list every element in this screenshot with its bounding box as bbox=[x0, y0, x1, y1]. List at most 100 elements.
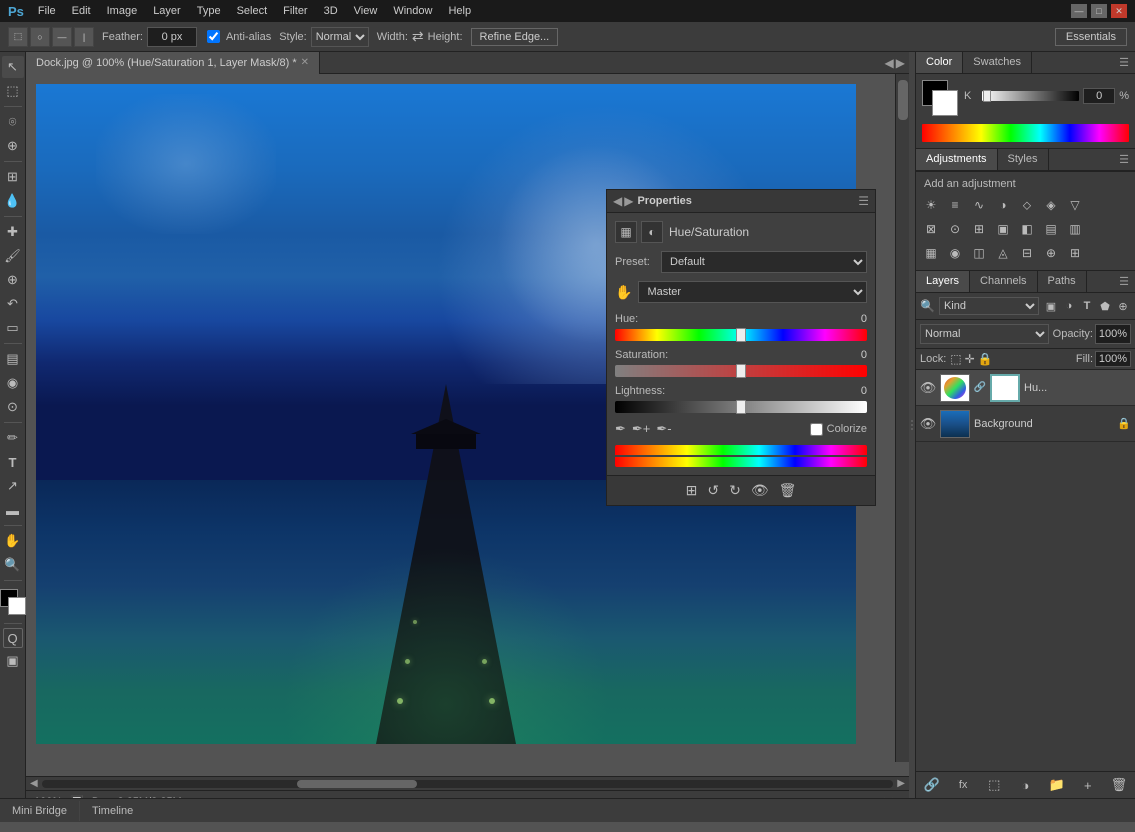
refine-edge-button[interactable]: Refine Edge... bbox=[471, 28, 559, 46]
menu-file[interactable]: File bbox=[32, 5, 62, 17]
zoom-icon[interactable]: 🔲 bbox=[70, 795, 84, 798]
zoom-tool[interactable]: 🔍 bbox=[2, 554, 24, 576]
timeline-prev[interactable]: ◀ bbox=[876, 795, 884, 798]
tab-close-button[interactable]: ✕ bbox=[301, 57, 309, 68]
adj-selective-color-icon[interactable]: ◉ bbox=[944, 242, 966, 264]
k-slider-track[interactable] bbox=[982, 91, 1079, 101]
menu-select[interactable]: Select bbox=[231, 5, 274, 17]
layer-link-icon[interactable]: 🔗 bbox=[974, 382, 986, 394]
adj-3[interactable]: ◫ bbox=[968, 242, 990, 264]
mask-icon-2[interactable]: ◐ bbox=[641, 221, 663, 243]
ellipse-marquee-btn[interactable]: ○ bbox=[30, 27, 50, 47]
filter-pixel-icon[interactable]: ▣ bbox=[1043, 298, 1059, 314]
gradient-tool[interactable]: ▤ bbox=[2, 348, 24, 370]
preset-select[interactable]: Default bbox=[661, 251, 867, 273]
hue-thumb[interactable] bbox=[736, 328, 746, 342]
clip-to-layer-btn[interactable]: ⊞ bbox=[686, 482, 698, 499]
close-button[interactable]: ✕ bbox=[1111, 4, 1127, 18]
brush-tool[interactable]: 🖌 bbox=[2, 245, 24, 267]
adj-color-lookup-icon[interactable]: ▣ bbox=[992, 218, 1014, 240]
fill-input[interactable] bbox=[1095, 351, 1131, 367]
layer-new-btn[interactable]: + bbox=[1078, 776, 1098, 794]
filter-type-icon[interactable]: T bbox=[1079, 298, 1095, 314]
dodge-tool[interactable]: ⊙ bbox=[2, 396, 24, 418]
screen-mode-tool[interactable]: ▣ bbox=[2, 650, 24, 672]
menu-window[interactable]: Window bbox=[387, 5, 438, 17]
adj-gradient-map-icon[interactable]: ▦ bbox=[920, 242, 942, 264]
prev-state-btn[interactable]: ↺ bbox=[707, 482, 719, 499]
blend-mode-select[interactable]: Normal bbox=[920, 324, 1049, 344]
background-color[interactable] bbox=[8, 597, 26, 615]
hscroll-track[interactable] bbox=[42, 780, 894, 788]
shape-tool[interactable]: ▬ bbox=[2, 499, 24, 521]
mask-icon-1[interactable]: ▦ bbox=[615, 221, 637, 243]
menu-filter[interactable]: Filter bbox=[277, 5, 313, 17]
marquee-tool[interactable]: ⬚ bbox=[2, 80, 24, 102]
mini-bridge-tab[interactable]: Mini Bridge bbox=[0, 801, 80, 821]
layer-group-btn[interactable]: 📁 bbox=[1047, 776, 1067, 794]
eyedropper-btn-add[interactable]: ✒+ bbox=[632, 421, 650, 437]
timeline-tab[interactable]: Timeline bbox=[80, 801, 145, 821]
hand-tool[interactable]: ✋ bbox=[2, 530, 24, 552]
prop-forward-arrow[interactable]: ▶ bbox=[624, 194, 633, 208]
menu-type[interactable]: Type bbox=[191, 5, 227, 17]
tab-scroll-left[interactable]: ◀ bbox=[885, 56, 894, 70]
menu-help[interactable]: Help bbox=[442, 5, 477, 17]
anti-alias-checkbox[interactable] bbox=[207, 30, 220, 43]
opacity-input[interactable] bbox=[1095, 324, 1131, 344]
menu-layer[interactable]: Layer bbox=[147, 5, 187, 17]
eyedropper-tool[interactable]: 💧 bbox=[2, 190, 24, 212]
on-image-adjust-icon[interactable]: ✋ bbox=[615, 284, 632, 301]
color-panel-menu[interactable]: ☰ bbox=[1113, 52, 1135, 73]
document-tab[interactable]: Dock.jpg @ 100% (Hue/Saturation 1, Layer… bbox=[26, 52, 320, 74]
width-swap-icon[interactable]: ⇄ bbox=[412, 28, 424, 45]
style-select[interactable]: Normal bbox=[311, 27, 369, 47]
hscroll-left-btn[interactable]: ◀ bbox=[30, 778, 38, 789]
quick-select-tool[interactable]: ⊕ bbox=[2, 135, 24, 157]
stamp-tool[interactable]: ⊕ bbox=[2, 269, 24, 291]
adj-exposure-icon[interactable]: ◑ bbox=[992, 194, 1014, 216]
adj-huesat-icon[interactable]: ◈ bbox=[1040, 194, 1062, 216]
filter-smart-icon[interactable]: ⊕ bbox=[1115, 298, 1131, 314]
hscroll-thumb[interactable] bbox=[297, 780, 417, 788]
adj-6[interactable]: ⊕ bbox=[1040, 242, 1062, 264]
light-thumb[interactable] bbox=[736, 400, 746, 414]
adjustments-tab[interactable]: Adjustments bbox=[916, 149, 998, 170]
adj-channel-mixer-icon[interactable]: ⊞ bbox=[968, 218, 990, 240]
tab-scroll-right[interactable]: ▶ bbox=[896, 56, 905, 70]
channels-tab[interactable]: Channels bbox=[970, 271, 1037, 292]
layer-link-btn[interactable]: 🔗 bbox=[922, 776, 942, 794]
healing-tool[interactable]: ✚ bbox=[2, 221, 24, 243]
layer-visibility-hue[interactable]: 👁 bbox=[920, 380, 936, 396]
adj-4[interactable]: ◬ bbox=[992, 242, 1014, 264]
rect-marquee-btn[interactable]: ⬚ bbox=[8, 27, 28, 47]
hue-track[interactable] bbox=[615, 329, 867, 341]
k-value-input[interactable] bbox=[1083, 88, 1115, 104]
history-brush-tool[interactable]: ↶ bbox=[2, 293, 24, 315]
adj-posterize-icon[interactable]: ▤ bbox=[1040, 218, 1062, 240]
filter-adjustment-icon[interactable]: ◑ bbox=[1061, 298, 1077, 314]
k-slider-thumb[interactable] bbox=[983, 90, 991, 102]
adj-vibrance-icon[interactable]: ⬦ bbox=[1016, 194, 1038, 216]
properties-menu-button[interactable]: ☰ bbox=[858, 194, 869, 208]
pen-tool[interactable]: ✏ bbox=[2, 427, 24, 449]
lock-move-icon[interactable]: ✛ bbox=[965, 352, 975, 366]
eyedropper-btn-sub[interactable]: ✒- bbox=[656, 421, 671, 437]
menu-3d[interactable]: 3D bbox=[318, 5, 344, 17]
reset-btn[interactable]: ↻ bbox=[729, 482, 741, 499]
timeline-next[interactable]: ▶ bbox=[893, 795, 901, 798]
adj-photo-filter-icon[interactable]: ⊙ bbox=[944, 218, 966, 240]
adj-curves-icon[interactable]: ∿ bbox=[968, 194, 990, 216]
text-tool[interactable]: T bbox=[2, 451, 24, 473]
layers-panel-menu[interactable]: ☰ bbox=[1113, 271, 1135, 292]
quick-mask-tool[interactable]: Q bbox=[3, 628, 23, 648]
lock-all-icon[interactable]: 🔒 bbox=[978, 352, 993, 366]
path-select-tool[interactable]: ↗ bbox=[2, 475, 24, 497]
lock-pixels-icon[interactable]: ⬚ bbox=[950, 352, 961, 366]
paths-tab[interactable]: Paths bbox=[1038, 271, 1087, 292]
blur-tool[interactable]: ◉ bbox=[2, 372, 24, 394]
layer-delete-btn[interactable]: 🗑 bbox=[1109, 776, 1129, 794]
adj-levels-icon[interactable]: ≡ bbox=[944, 194, 966, 216]
bg-swatch[interactable] bbox=[932, 90, 958, 116]
adj-5[interactable]: ⊟ bbox=[1016, 242, 1038, 264]
